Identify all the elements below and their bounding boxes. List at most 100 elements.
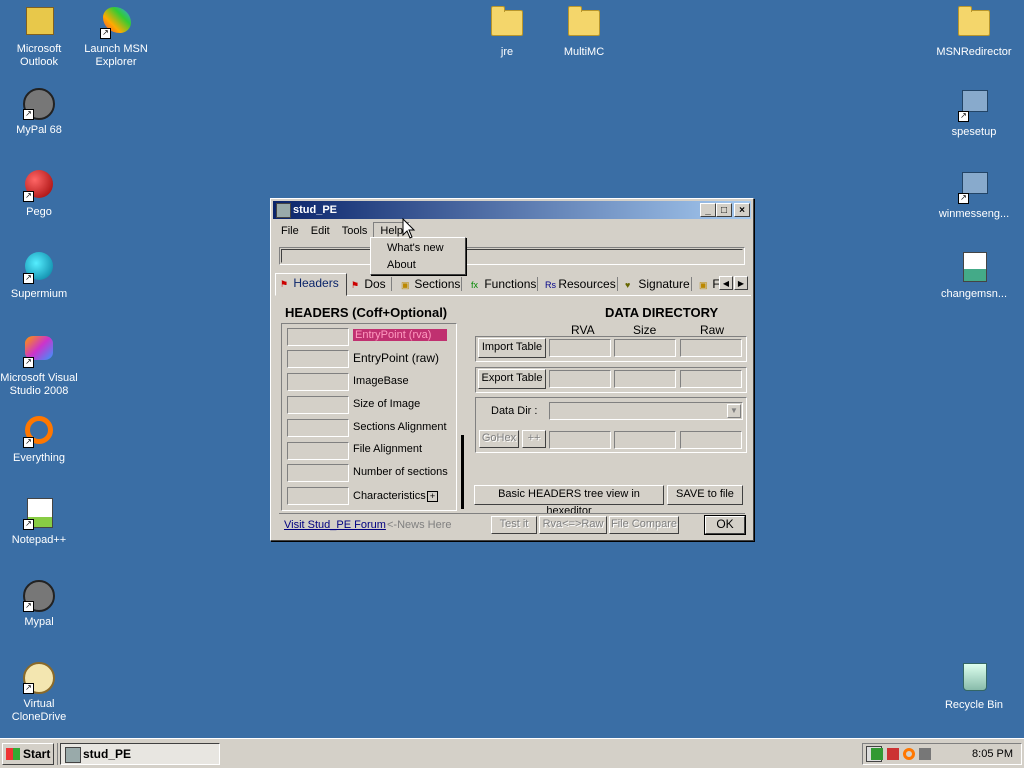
desktop-icon-outlook[interactable]: Microsoft Outlook bbox=[0, 4, 79, 69]
save-to-file-button[interactable]: SAVE to file bbox=[667, 485, 743, 505]
size-of-image-field[interactable] bbox=[287, 396, 349, 414]
file-alignment-label: File Alignment bbox=[353, 443, 423, 455]
tab-sections[interactable]: ▣ Sections bbox=[397, 275, 460, 293]
progress-bar bbox=[279, 247, 745, 265]
clock[interactable]: 8:05 PM bbox=[972, 748, 1013, 760]
import-rva-field[interactable] bbox=[549, 339, 611, 357]
taskbar-item-stud-pe[interactable]: stud_PE bbox=[60, 743, 220, 765]
size-of-image-label: Size of Image bbox=[353, 398, 421, 410]
menu-item-whats-new[interactable]: What's new bbox=[371, 240, 465, 257]
minimize-button[interactable]: _ bbox=[700, 203, 716, 217]
entrypoint-rva-field[interactable] bbox=[287, 328, 349, 346]
raccoon-icon: ↗ bbox=[23, 88, 55, 120]
maximize-button[interactable]: □ bbox=[716, 203, 732, 217]
title-bar[interactable]: stud_PE _ □ × bbox=[273, 201, 751, 219]
system-tray: 8:05 PM bbox=[862, 743, 1022, 765]
datadir-size-field[interactable] bbox=[614, 431, 676, 449]
characteristics-field[interactable] bbox=[287, 487, 349, 505]
sections-alignment-label: Sections Alignment bbox=[353, 421, 447, 433]
export-size-field[interactable] bbox=[614, 370, 676, 388]
test-it-button[interactable]: Test it bbox=[491, 516, 537, 534]
tab-headers[interactable]: ⚑ Headers bbox=[275, 273, 347, 296]
tab-resources[interactable]: Rs Resources bbox=[541, 275, 616, 293]
number-of-sections-label: Number of sections bbox=[353, 466, 448, 478]
desktop-icon-msn-explorer[interactable]: ↗ Launch MSN Explorer bbox=[76, 4, 156, 69]
menu-tools[interactable]: Tools bbox=[336, 221, 374, 241]
desktop-icon-spesetup[interactable]: ↗ spesetup bbox=[934, 86, 1014, 139]
dos-tab-icon: ⚑ bbox=[351, 280, 360, 290]
visual-studio-icon: ↗ bbox=[23, 336, 55, 368]
taskbar: Start stud_PE 8:05 PM bbox=[0, 738, 1024, 768]
desktop-icon-jre[interactable]: jre bbox=[467, 4, 547, 59]
supermium-icon: ↗ bbox=[23, 252, 55, 284]
start-button[interactable]: Start bbox=[2, 743, 54, 765]
network-icon[interactable] bbox=[871, 748, 883, 760]
export-rva-field[interactable] bbox=[549, 370, 611, 388]
desktop-icon-msnredirector[interactable]: MSNRedirector bbox=[934, 4, 1014, 59]
raccoon-icon: ↗ bbox=[23, 580, 55, 612]
datadir-rva-field[interactable] bbox=[549, 431, 611, 449]
desktop-icon-mypal68[interactable]: ↗ MyPal 68 bbox=[0, 86, 79, 137]
desktop-icon-changemsn[interactable]: changemsn... bbox=[934, 250, 1014, 301]
data-dir-select[interactable]: ▼ bbox=[549, 402, 743, 420]
security-icon[interactable] bbox=[887, 748, 899, 760]
tab-scroll-right-icon[interactable]: ▶ bbox=[734, 276, 748, 290]
file-compare-button[interactable]: File Compare bbox=[609, 516, 679, 534]
gohex-button[interactable]: GoHex bbox=[479, 430, 519, 448]
entrypoint-rva-label: EntryPoint (rva) bbox=[353, 329, 447, 341]
datadir-raw-field[interactable] bbox=[680, 431, 742, 449]
desktop-icon-visual-studio[interactable]: ↗ Microsoft Visual Studio 2008 bbox=[0, 332, 79, 398]
export-raw-field[interactable] bbox=[680, 370, 742, 388]
windows-flag-icon bbox=[6, 748, 20, 760]
file-alignment-field[interactable] bbox=[287, 442, 349, 460]
notepadpp-icon: ↗ bbox=[23, 498, 55, 530]
imagebase-field[interactable] bbox=[287, 373, 349, 391]
tab-dos[interactable]: ⚑ Dos bbox=[347, 275, 386, 293]
basic-headers-tree-button[interactable]: Basic HEADERS tree view in hexeditor bbox=[474, 485, 664, 517]
menu-item-about[interactable]: About bbox=[371, 257, 465, 274]
close-button[interactable]: × bbox=[734, 203, 750, 217]
import-table-button[interactable]: Import Table bbox=[478, 338, 546, 358]
number-of-sections-field[interactable] bbox=[287, 464, 349, 482]
desktop-icon-pego[interactable]: ↗ Pego bbox=[0, 168, 79, 219]
sections-alignment-field[interactable] bbox=[287, 419, 349, 437]
headers-title: HEADERS (Coff+Optional) bbox=[285, 305, 448, 320]
rva-raw-button[interactable]: Rva<=>Raw bbox=[539, 516, 607, 534]
splitter[interactable] bbox=[461, 435, 464, 509]
desktop-icon-mypal[interactable]: ↗ Mypal bbox=[0, 578, 79, 629]
everything-tray-icon[interactable] bbox=[903, 748, 915, 760]
import-size-field[interactable] bbox=[614, 339, 676, 357]
dd-col-raw: Raw bbox=[700, 323, 725, 337]
entrypoint-raw-field[interactable] bbox=[287, 350, 349, 368]
volume-icon[interactable] bbox=[919, 748, 931, 760]
tab-strip: ⚑ Headers ⚑ Dos ▣ Sections fx Functions … bbox=[275, 273, 751, 296]
tab-f[interactable]: ▣ F bbox=[695, 275, 720, 293]
tab-functions[interactable]: fx Functions bbox=[467, 275, 536, 293]
desktop-icon-supermium[interactable]: ↗ Supermium bbox=[0, 250, 79, 301]
menu-file[interactable]: File bbox=[275, 221, 305, 241]
plusplus-button[interactable]: ++ bbox=[522, 430, 546, 448]
folder-icon bbox=[958, 6, 990, 42]
tab-signature[interactable]: ♥ Signature bbox=[621, 275, 690, 293]
visit-forum-link[interactable]: Visit Stud_PE Forum bbox=[284, 519, 386, 531]
news-label: <-News Here bbox=[387, 519, 452, 531]
import-raw-field[interactable] bbox=[680, 339, 742, 357]
imagebase-label: ImageBase bbox=[353, 375, 409, 387]
tab-scroll-left-icon[interactable]: ◀ bbox=[719, 276, 733, 290]
installer-icon: ↗ bbox=[958, 172, 990, 204]
menu-edit[interactable]: Edit bbox=[305, 221, 336, 241]
desktop-icon-everything[interactable]: ↗ Everything bbox=[0, 414, 79, 465]
desktop-icon-multimc[interactable]: MultiMC bbox=[544, 4, 624, 59]
f-tab-icon: ▣ bbox=[699, 280, 708, 290]
desktop-icon-recycle-bin[interactable]: Recycle Bin bbox=[934, 660, 1014, 712]
ok-button[interactable]: OK bbox=[705, 516, 745, 534]
chevron-down-icon[interactable]: ▼ bbox=[727, 404, 741, 418]
stud-pe-window: stud_PE _ □ × File Edit Tools Help ⚑ Header… bbox=[270, 198, 754, 541]
desktop-icon-notepadpp[interactable]: ↗ Notepad++ bbox=[0, 496, 79, 547]
sheep-icon: ↗ bbox=[23, 662, 55, 694]
desktop-icon-virtual-clonedrive[interactable]: ↗ Virtual CloneDrive bbox=[0, 660, 79, 724]
desktop-icon-winmessenger[interactable]: ↗ winmesseng... bbox=[934, 168, 1014, 221]
dd-col-size: Size bbox=[633, 323, 657, 337]
export-table-button[interactable]: Export Table bbox=[478, 369, 546, 389]
characteristics-expand-button[interactable]: + bbox=[427, 491, 438, 502]
